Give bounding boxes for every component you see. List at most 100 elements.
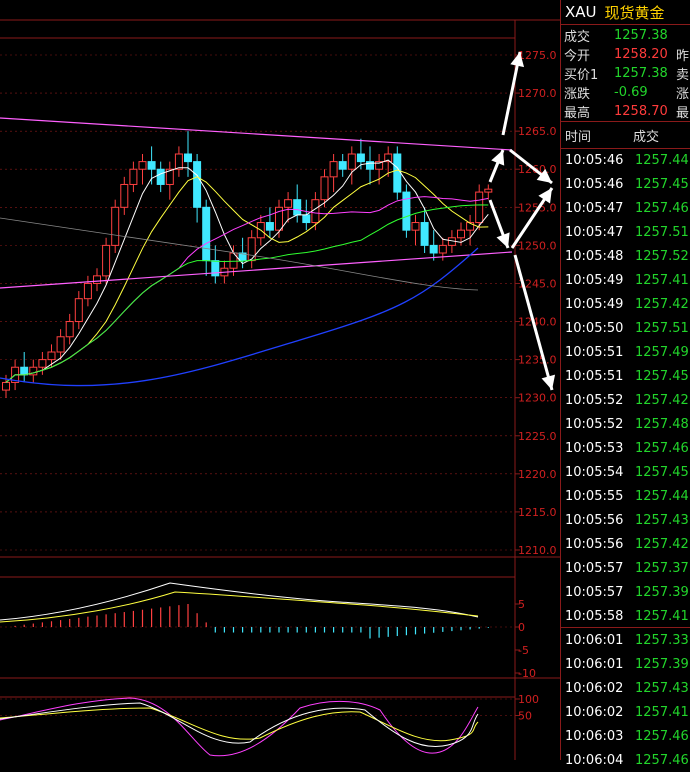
tick-time: 10:05:52 [565,392,624,408]
candle-body [329,161,338,178]
tick-row[interactable]: 10:05:47 1257.51 [561,220,690,244]
tick-row[interactable]: 10:05:57 1257.37 [561,556,690,580]
tick-row[interactable]: 10:05:58 1257.41 [561,604,690,628]
tick-time: 10:05:51 [565,344,624,360]
quote-label: 涨跌 [564,86,591,102]
price-tick-label: 1275.0 [518,49,557,62]
tick-price: 1257.39 [635,584,689,600]
tick-time: 10:06:02 [565,704,624,720]
tick-price: 1257.33 [635,632,689,648]
tick-row[interactable]: 10:05:50 1257.51 [561,316,690,340]
tick-row[interactable]: 10:05:49 1257.41 [561,268,690,292]
lower-trendline [0,251,513,289]
candle-body [320,176,329,201]
candle-body [111,206,120,246]
tick-row[interactable]: 10:06:04 1257.46 [561,748,690,772]
tick-time: 10:05:53 [565,440,624,456]
tick-time: 10:05:58 [565,608,624,624]
tick-row[interactable]: 10:05:46 1257.45 [561,172,690,196]
tick-price: 1257.45 [635,464,689,480]
price-tick-label: 1210.0 [518,544,557,557]
candle-body [47,351,56,361]
ma-long-line [0,247,479,387]
tick-row[interactable]: 10:05:51 1257.49 [561,340,690,364]
candle-body [265,222,274,231]
quote-label: 最高 [564,105,591,121]
tick-price: 1257.46 [635,200,689,216]
tick-time: 10:05:55 [565,488,624,504]
tick-time: 10:05:57 [565,560,624,576]
tick-time: 10:05:54 [565,464,624,480]
candle-body [65,321,74,338]
tick-price: 1257.45 [635,368,689,384]
tick-row[interactable]: 10:06:01 1257.39 [561,652,690,676]
quote-row: 最高 1258.70 最 [561,101,690,121]
tick-row[interactable]: 10:05:47 1257.46 [561,196,690,220]
macd-tick-label: -10 [518,667,536,680]
tick-row[interactable]: 10:05:51 1257.45 [561,364,690,388]
candle-body [420,222,429,246]
candle-body [438,244,447,254]
tick-time: 10:06:03 [565,728,624,744]
tick-row[interactable]: 10:05:53 1257.46 [561,436,690,460]
chart-area[interactable]: 1275.01270.01265.01260.01255.01250.01245… [0,0,560,760]
candle-body [247,237,256,262]
macd-tick-label: 5 [518,598,525,611]
ma10-line [5,169,489,383]
tick-time: 10:05:49 [565,296,624,312]
tick-row[interactable]: 10:06:01 1257.33 [561,628,690,652]
quote-label: 买价1 [564,67,599,83]
tick-time: 10:05:56 [565,512,624,528]
tick-price: 1257.44 [635,152,689,168]
tick-price: 1257.41 [635,608,689,624]
quote-row: 今开 1258.20 昨 [561,44,690,64]
tick-time: 10:05:57 [565,584,624,600]
quote-panel: XAU 现货黄金 成交 1257.38 今开 1258.20 昨买价1 1257.38 卖涨… [560,0,690,768]
candle-body [129,168,138,185]
tick-row[interactable]: 10:05:52 1257.42 [561,388,690,412]
symbol-code: XAU [565,3,597,21]
price-tick-label: 1265.0 [518,125,557,138]
candle-body [38,359,47,368]
candle-body [93,275,101,284]
tick-row[interactable]: 10:05:57 1257.39 [561,580,690,604]
tick-row[interactable]: 10:05:52 1257.48 [561,412,690,436]
quote-value: 1258.20 [614,46,668,62]
tick-row[interactable]: 10:05:55 1257.44 [561,484,690,508]
quote-row: 涨跌 -0.69 涨 [561,82,690,102]
quote-header: XAU 现货黄金 [561,0,690,25]
candle-body [284,199,293,208]
tick-time: 10:05:46 [565,152,624,168]
tick-row[interactable]: 10:06:02 1257.41 [561,700,690,724]
tick-row[interactable]: 10:06:02 1257.43 [561,676,690,700]
tick-row[interactable]: 10:05:56 1257.43 [561,508,690,532]
candle-body [120,183,129,208]
candle-body [102,244,111,277]
tick-time: 10:05:52 [565,416,624,432]
tick-price: 1257.43 [635,680,689,696]
kdj-d-line [0,707,479,742]
tick-row[interactable]: 10:05:49 1257.42 [561,292,690,316]
price-tick-label: 1240.0 [518,316,557,329]
tick-row[interactable]: 10:05:48 1257.52 [561,244,690,268]
tick-row[interactable]: 10:05:56 1257.42 [561,532,690,556]
candle-body [302,214,311,224]
tick-time: 10:05:49 [565,272,624,288]
tick-time: 10:05:47 [565,224,624,240]
ticks-time-header: 时间 [565,129,592,145]
quote-label: 成交 [564,29,591,45]
tick-row[interactable]: 10:06:03 1257.46 [561,724,690,748]
tick-row[interactable]: 10:05:46 1257.44 [561,148,690,172]
kdj-j-line [0,697,479,757]
tick-row[interactable]: 10:05:54 1257.45 [561,460,690,484]
candle-body [83,282,92,300]
tick-price: 1257.51 [635,224,689,240]
tick-time: 10:06:01 [565,632,624,648]
quote-row: 成交 1257.38 [561,25,690,45]
price-tick-label: 1230.0 [518,392,557,405]
macd-tick-label: -5 [518,644,529,657]
tick-time: 10:05:47 [565,200,624,216]
quote-extra-label: 涨 [676,86,690,102]
price-tick-label: 1225.0 [518,430,557,443]
arrow-down-3-head [541,374,556,390]
